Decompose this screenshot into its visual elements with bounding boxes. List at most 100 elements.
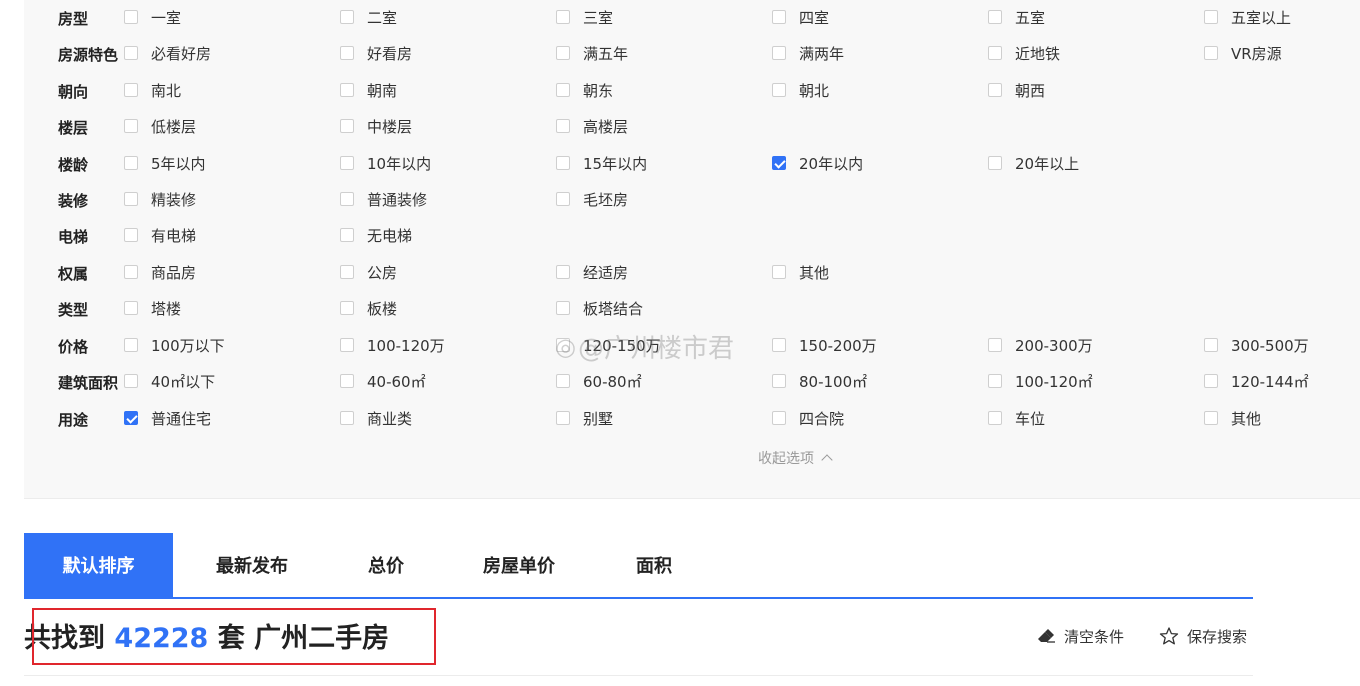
save-search-button[interactable]: 保存搜索 <box>1159 624 1247 648</box>
filter-checkbox[interactable] <box>124 338 138 352</box>
filter-option[interactable]: 朝北 <box>772 78 829 102</box>
filter-option[interactable]: 车位 <box>988 406 1045 430</box>
filter-option[interactable]: 朝西 <box>988 78 1045 102</box>
filter-checkbox[interactable] <box>772 46 786 60</box>
filter-option[interactable]: 200-300万 <box>988 333 1093 357</box>
filter-option[interactable]: 100-120万 <box>340 333 445 357</box>
filter-option[interactable]: 塔楼 <box>124 296 181 320</box>
filter-option[interactable]: 普通住宅 <box>124 406 211 430</box>
filter-checkbox[interactable] <box>340 301 354 315</box>
filter-checkbox[interactable] <box>1204 10 1218 24</box>
filter-checkbox[interactable] <box>772 411 786 425</box>
filter-option[interactable]: 精装修 <box>124 187 196 211</box>
filter-checkbox[interactable] <box>124 10 138 24</box>
filter-checkbox[interactable] <box>772 265 786 279</box>
filter-option[interactable]: 80-100㎡ <box>772 369 867 393</box>
filter-option[interactable]: 四合院 <box>772 406 844 430</box>
sort-tab[interactable]: 面积 <box>608 533 700 597</box>
filter-checkbox[interactable] <box>124 46 138 60</box>
sort-tab[interactable]: 最新发布 <box>184 533 320 597</box>
filter-checkbox[interactable] <box>556 192 570 206</box>
filter-checkbox[interactable] <box>556 119 570 133</box>
filter-checkbox[interactable] <box>772 374 786 388</box>
filter-option[interactable]: 5年以内 <box>124 151 206 175</box>
filter-option[interactable]: 公房 <box>340 260 397 284</box>
filter-option[interactable]: 其他 <box>1204 406 1261 430</box>
filter-option[interactable]: 60-80㎡ <box>556 369 642 393</box>
filter-checkbox[interactable] <box>556 374 570 388</box>
filter-checkbox[interactable] <box>556 156 570 170</box>
filter-option[interactable]: 商业类 <box>340 406 412 430</box>
filter-checkbox[interactable] <box>988 411 1002 425</box>
filter-checkbox[interactable] <box>772 156 786 170</box>
filter-checkbox[interactable] <box>340 46 354 60</box>
filter-checkbox[interactable] <box>988 10 1002 24</box>
filter-checkbox[interactable] <box>340 10 354 24</box>
filter-checkbox[interactable] <box>340 374 354 388</box>
filter-option[interactable]: 南北 <box>124 78 181 102</box>
filter-option[interactable]: 毛坯房 <box>556 187 628 211</box>
filter-option[interactable]: 必看好房 <box>124 41 211 65</box>
filter-checkbox[interactable] <box>340 228 354 242</box>
filter-checkbox[interactable] <box>1204 411 1218 425</box>
filter-option[interactable]: 五室以上 <box>1204 5 1291 29</box>
filter-checkbox[interactable] <box>124 83 138 97</box>
filter-checkbox[interactable] <box>988 46 1002 60</box>
filter-option[interactable]: 100万以下 <box>124 333 225 357</box>
filter-option[interactable]: 120-150万 <box>556 333 661 357</box>
filter-checkbox[interactable] <box>124 265 138 279</box>
filter-option[interactable]: 有电梯 <box>124 223 196 247</box>
filter-option[interactable]: 板楼 <box>340 296 397 320</box>
filter-option[interactable]: 经适房 <box>556 260 628 284</box>
filter-option[interactable]: 普通装修 <box>340 187 427 211</box>
filter-checkbox[interactable] <box>772 83 786 97</box>
filter-checkbox[interactable] <box>124 411 138 425</box>
filter-option[interactable]: VR房源 <box>1204 41 1282 65</box>
filter-option[interactable]: 高楼层 <box>556 114 628 138</box>
filter-option[interactable]: 15年以内 <box>556 151 647 175</box>
filter-option[interactable]: 朝东 <box>556 78 613 102</box>
filter-option[interactable]: 20年以上 <box>988 151 1079 175</box>
sort-tab[interactable]: 总价 <box>342 533 430 597</box>
filter-checkbox[interactable] <box>340 411 354 425</box>
filter-checkbox[interactable] <box>556 265 570 279</box>
filter-option[interactable]: 四室 <box>772 5 829 29</box>
filter-checkbox[interactable] <box>124 192 138 206</box>
filter-checkbox[interactable] <box>556 411 570 425</box>
filter-checkbox[interactable] <box>124 119 138 133</box>
filter-checkbox[interactable] <box>556 83 570 97</box>
filter-checkbox[interactable] <box>124 156 138 170</box>
filter-option[interactable]: 40㎡以下 <box>124 369 215 393</box>
filter-option[interactable]: 满五年 <box>556 41 628 65</box>
filter-option[interactable]: 10年以内 <box>340 151 431 175</box>
filter-checkbox[interactable] <box>988 338 1002 352</box>
filter-checkbox[interactable] <box>556 46 570 60</box>
filter-checkbox[interactable] <box>556 10 570 24</box>
filter-checkbox[interactable] <box>340 156 354 170</box>
filter-option[interactable]: 100-120㎡ <box>988 369 1093 393</box>
clear-filters-button[interactable]: 清空条件 <box>1036 624 1124 648</box>
filter-checkbox[interactable] <box>340 119 354 133</box>
filter-option[interactable]: 满两年 <box>772 41 844 65</box>
filter-option[interactable]: 120-144㎡ <box>1204 369 1309 393</box>
filter-checkbox[interactable] <box>124 301 138 315</box>
filter-checkbox[interactable] <box>340 338 354 352</box>
filter-option[interactable]: 其他 <box>772 260 829 284</box>
filter-checkbox[interactable] <box>988 83 1002 97</box>
filter-checkbox[interactable] <box>1204 338 1218 352</box>
sort-tab[interactable]: 房屋单价 <box>452 533 586 597</box>
filter-option[interactable]: 三室 <box>556 5 613 29</box>
filter-checkbox[interactable] <box>340 83 354 97</box>
filter-checkbox[interactable] <box>340 192 354 206</box>
filter-option[interactable]: 150-200万 <box>772 333 877 357</box>
filter-checkbox[interactable] <box>772 338 786 352</box>
filter-checkbox[interactable] <box>124 374 138 388</box>
filter-option[interactable]: 20年以内 <box>772 151 863 175</box>
filter-option[interactable]: 低楼层 <box>124 114 196 138</box>
filter-option[interactable]: 近地铁 <box>988 41 1060 65</box>
filter-option[interactable]: 无电梯 <box>340 223 412 247</box>
filter-checkbox[interactable] <box>772 10 786 24</box>
filter-option[interactable]: 别墅 <box>556 406 613 430</box>
filter-checkbox[interactable] <box>988 374 1002 388</box>
filter-checkbox[interactable] <box>340 265 354 279</box>
